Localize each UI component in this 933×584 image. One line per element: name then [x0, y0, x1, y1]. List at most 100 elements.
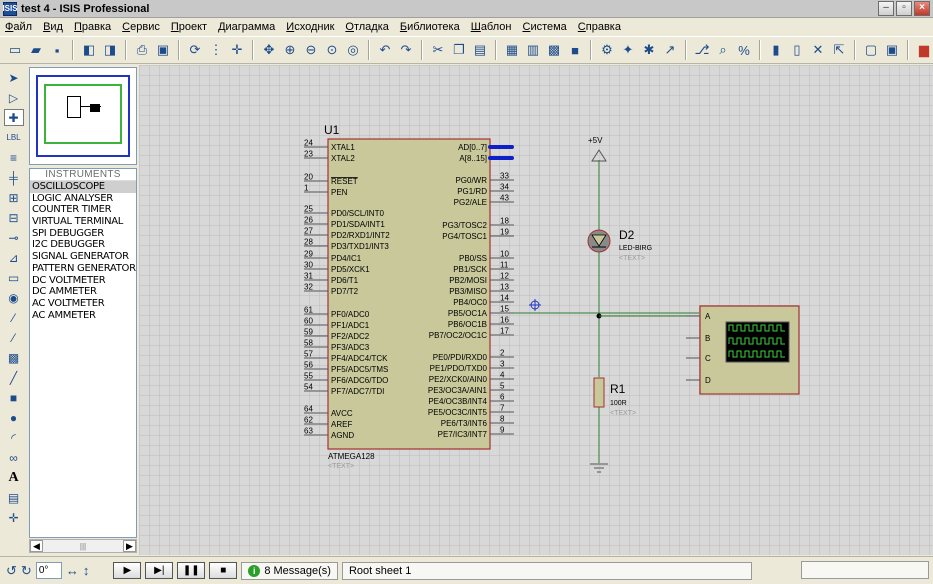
wire-autorouter-icon[interactable]: ⎇	[693, 41, 711, 59]
new-sheet-icon[interactable]: ▮	[767, 41, 785, 59]
menu-item-9[interactable]: Шаблон	[471, 21, 512, 33]
save-icon[interactable]: ▪	[48, 41, 66, 59]
grid-icon[interactable]: ⋮	[207, 41, 225, 59]
instrument-item[interactable]: DC VOLTMETER	[30, 275, 136, 287]
graph-mode-icon[interactable]: ⊿	[4, 249, 24, 266]
selection-mode-icon[interactable]: ➤	[4, 69, 24, 86]
search-icon[interactable]: ⌕	[714, 41, 732, 59]
overview-window[interactable]	[29, 67, 137, 165]
arc-tool-icon[interactable]: ◜	[4, 429, 24, 446]
path-tool-icon[interactable]: ∞	[4, 449, 24, 466]
mirror-vertical-icon[interactable]: ↕	[83, 562, 90, 580]
play-button[interactable]: ▶	[113, 562, 142, 579]
stop-button[interactable]: ■	[209, 562, 238, 579]
text-script-icon[interactable]: ≡	[4, 149, 24, 166]
zoom-out-icon[interactable]: ⊖	[302, 41, 320, 59]
menu-item-2[interactable]: Правка	[74, 21, 111, 33]
export-icon[interactable]: ◨	[101, 41, 119, 59]
junction-dot-icon[interactable]: ✚	[3, 109, 24, 126]
instruments-scrollbar[interactable]: ◀ ||| ▶	[29, 539, 137, 553]
menu-item-3[interactable]: Сервис	[122, 21, 160, 33]
block-rotate-icon[interactable]: ▩	[545, 41, 563, 59]
mirror-horizontal-icon[interactable]: ↔	[66, 562, 79, 580]
menu-item-8[interactable]: Библиотека	[400, 21, 460, 33]
pick-device-icon[interactable]: ⚙	[598, 41, 616, 59]
minimize-button[interactable]: –	[878, 1, 894, 16]
refresh-icon[interactable]: ⟳	[186, 41, 204, 59]
print-area-icon[interactable]: ▣	[154, 41, 172, 59]
print-icon[interactable]: ⎙	[133, 41, 151, 59]
block-copy-icon[interactable]: ▦	[503, 41, 521, 59]
zoom-all-icon[interactable]: ⊙	[323, 41, 341, 59]
rotate-cw-icon[interactable]: ↻	[21, 562, 32, 580]
symbol-tool-icon[interactable]: ▤	[4, 489, 24, 506]
block-delete-icon[interactable]: ■	[566, 41, 584, 59]
undo-icon[interactable]: ↶	[376, 41, 394, 59]
instrument-item[interactable]: VIRTUAL TERMINAL	[30, 216, 136, 228]
menu-item-7[interactable]: Отладка	[345, 21, 389, 33]
wire-label-icon[interactable]: LBL	[4, 129, 24, 146]
instrument-item[interactable]: I2C DEBUGGER	[30, 239, 136, 251]
goto-sheet-icon[interactable]: ⇱	[830, 41, 848, 59]
close-button[interactable]: ×	[914, 1, 930, 16]
menu-item-0[interactable]: Файл	[5, 21, 32, 33]
rotation-input[interactable]: 0°	[35, 562, 62, 579]
decompose-icon[interactable]: ↗	[661, 41, 679, 59]
component-mode-icon[interactable]: ▷	[4, 89, 24, 106]
instrument-item[interactable]: PATTERN GENERATOR	[30, 263, 136, 275]
scroll-right-icon[interactable]: ▶	[122, 540, 136, 552]
instrument-item[interactable]: AC VOLTMETER	[30, 298, 136, 310]
add-sheet-icon[interactable]: ▯	[788, 41, 806, 59]
copy-icon[interactable]: ❐	[450, 41, 468, 59]
packaging-icon[interactable]: ✱	[640, 41, 658, 59]
circle-tool-icon[interactable]: ●	[4, 409, 24, 426]
generator-icon[interactable]: ◉	[4, 289, 24, 306]
instrument-item[interactable]: SPI DEBUGGER	[30, 228, 136, 240]
messages-indicator[interactable]: i 8 Message(s)	[241, 561, 338, 580]
instrument-item[interactable]: AC AMMETER	[30, 310, 136, 322]
import-icon[interactable]: ◧	[80, 41, 98, 59]
scroll-thumb-icon[interactable]: |||	[80, 542, 86, 551]
menu-item-4[interactable]: Проект	[171, 21, 207, 33]
zoom-area-icon[interactable]: ◎	[344, 41, 362, 59]
box-tool-icon[interactable]: ■	[4, 389, 24, 406]
instrument-item[interactable]: DC AMMETER	[30, 286, 136, 298]
menu-item-10[interactable]: Система	[522, 21, 566, 33]
virtual-instruments-icon[interactable]: ▩	[4, 349, 24, 366]
property-tool-icon[interactable]: %	[735, 41, 753, 59]
menu-item-6[interactable]: Исходник	[286, 21, 334, 33]
menu-item-1[interactable]: Вид	[43, 21, 63, 33]
zoom-in-icon[interactable]: ⊕	[281, 41, 299, 59]
menu-item-11[interactable]: Справка	[578, 21, 621, 33]
new-file-icon[interactable]: ▭	[6, 41, 24, 59]
redo-icon[interactable]: ↷	[397, 41, 415, 59]
paste-icon[interactable]: ▤	[471, 41, 489, 59]
schematic-canvas[interactable]: U1 24 XTAL1 23 XTAL2 20 RESET 1 PEN 25 PD0/SCL/INT…	[139, 65, 933, 555]
instrument-item[interactable]: SIGNAL GENERATOR	[30, 251, 136, 263]
block-move-icon[interactable]: ▥	[524, 41, 542, 59]
text-tool-icon[interactable]: A	[4, 469, 24, 486]
bus-mode-icon[interactable]: ╪	[4, 169, 24, 186]
scroll-left-icon[interactable]: ◀	[30, 540, 43, 552]
make-device-icon[interactable]: ✦	[619, 41, 637, 59]
voltage-probe-icon[interactable]: ⁄	[4, 309, 24, 326]
marker-tool-icon[interactable]: ✛	[4, 509, 24, 526]
terminals-icon[interactable]: ⊟	[4, 209, 24, 226]
cut-icon[interactable]: ✂	[429, 41, 447, 59]
open-file-icon[interactable]: ▰	[27, 41, 45, 59]
pan-icon[interactable]: ✥	[260, 41, 278, 59]
current-probe-icon[interactable]: ⁄	[4, 329, 24, 346]
instrument-item[interactable]: COUNTER TIMER	[30, 204, 136, 216]
resistor-body[interactable]	[593, 377, 605, 408]
instrument-item[interactable]: LOGIC ANALYSER	[30, 193, 136, 205]
pause-button[interactable]: ❚❚	[177, 562, 206, 579]
line-tool-icon[interactable]: ╱	[4, 369, 24, 386]
schematic-svg[interactable]: U124 XTAL123 XTAL220 RESET1 PEN25 PD0/SCL/INT…	[139, 65, 933, 555]
instrument-item[interactable]: OSCILLOSCOPE	[30, 181, 136, 193]
maximize-button[interactable]: ▫	[896, 1, 912, 16]
remove-sheet-icon[interactable]: ✕	[809, 41, 827, 59]
step-button[interactable]: ▶|	[145, 562, 174, 579]
subcircuit-icon[interactable]: ⊞	[4, 189, 24, 206]
ares-netlist-icon[interactable]: ▆	[915, 41, 933, 59]
tape-recorder-icon[interactable]: ▭	[4, 269, 24, 286]
